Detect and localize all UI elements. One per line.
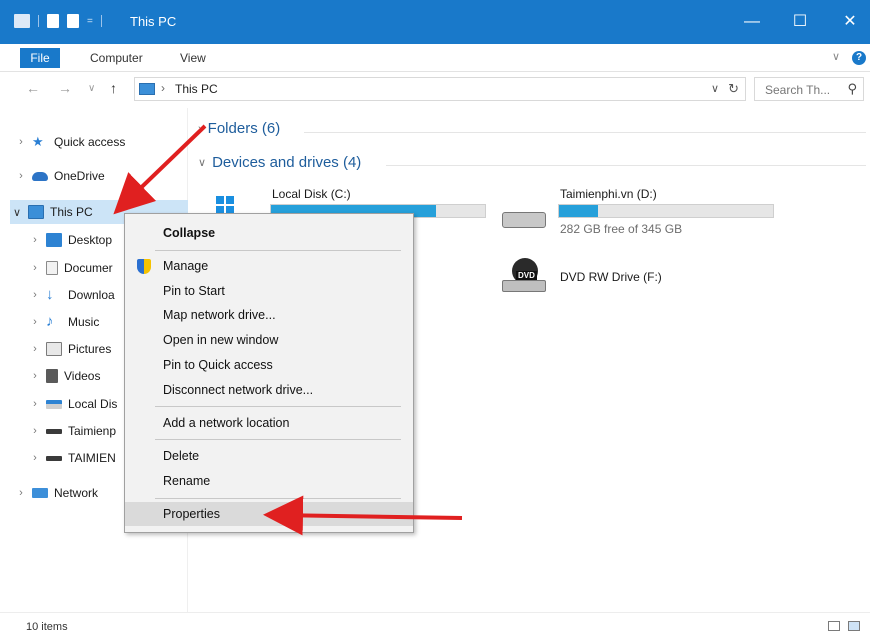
annotation-arrows (113, 124, 463, 536)
arrow-to-this-pc (113, 124, 207, 215)
arrow-to-properties (263, 495, 463, 536)
